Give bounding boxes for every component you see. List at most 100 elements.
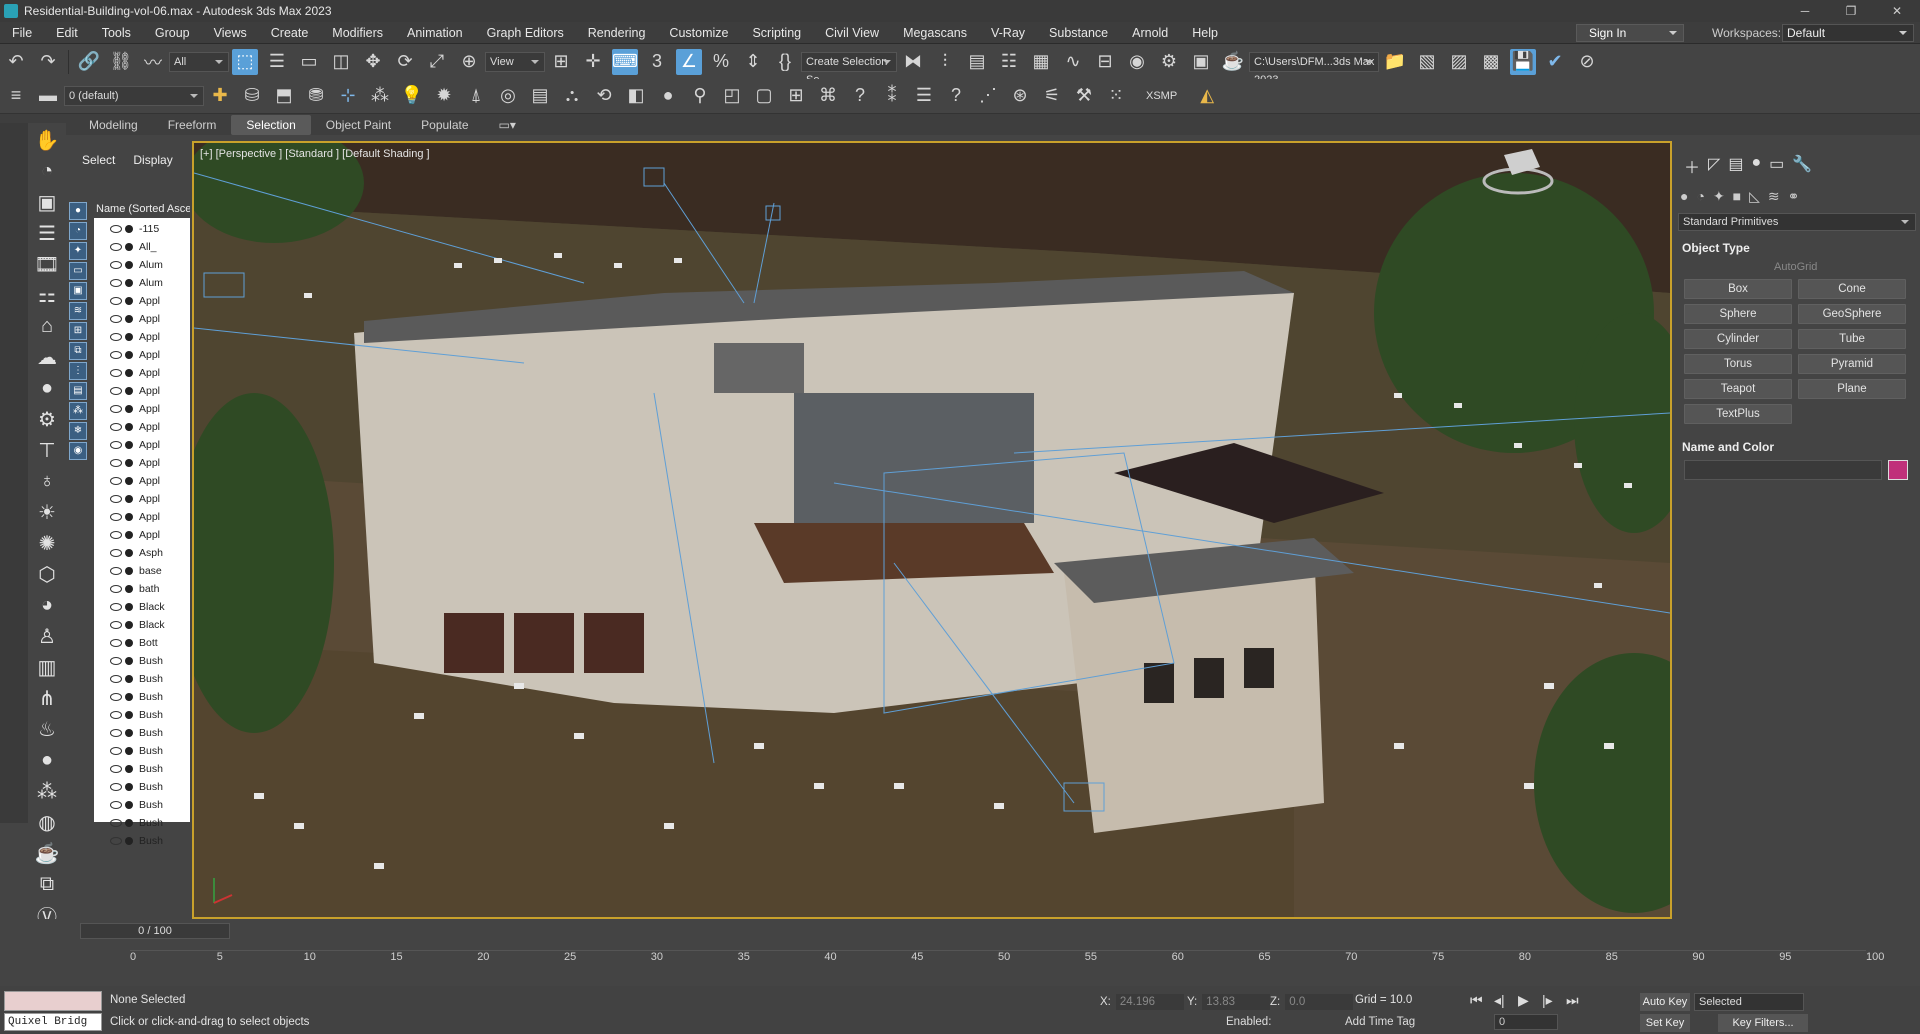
- menu-help[interactable]: Help: [1180, 22, 1230, 44]
- visibility-icon[interactable]: [110, 405, 122, 413]
- sync-icon[interactable]: ⊘: [1574, 49, 1600, 75]
- freeze-icon[interactable]: [125, 243, 133, 251]
- freeze-icon[interactable]: [125, 711, 133, 719]
- play-icon[interactable]: ▶: [1518, 992, 1529, 1009]
- freeze-icon[interactable]: [125, 639, 133, 647]
- freeze-icon[interactable]: [125, 477, 133, 485]
- project-folder-icon[interactable]: 📁: [1382, 49, 1408, 75]
- go-to-end-icon[interactable]: ⏭: [1566, 992, 1579, 1009]
- list-item[interactable]: base: [94, 562, 190, 580]
- gear-icon[interactable]: ⚙: [33, 405, 61, 433]
- camera-icon[interactable]: ⍋: [463, 83, 489, 109]
- tube-button[interactable]: Tube: [1798, 329, 1906, 349]
- create-layer-icon[interactable]: ▬: [35, 83, 61, 109]
- list-item[interactable]: Appl: [94, 454, 190, 472]
- tools-icon[interactable]: ⚒: [1071, 83, 1097, 109]
- material-editor-icon[interactable]: ◉: [1124, 49, 1150, 75]
- freeze-icon[interactable]: [125, 729, 133, 737]
- percent-snap-icon[interactable]: %: [708, 49, 734, 75]
- go-to-start-icon[interactable]: ⏮: [1470, 992, 1483, 1009]
- vray-icon[interactable]: ◎: [495, 83, 521, 109]
- filter-shapes-icon[interactable]: ◔: [69, 222, 87, 240]
- ribbon-options-icon[interactable]: ▭▾: [484, 115, 531, 135]
- list-item[interactable]: Bush: [94, 778, 190, 796]
- visibility-icon[interactable]: [110, 297, 122, 305]
- freeze-icon[interactable]: [125, 657, 133, 665]
- angle-snap-icon[interactable]: ∠: [676, 48, 702, 75]
- freeze-icon[interactable]: [125, 567, 133, 575]
- select-object-icon[interactable]: ⬚: [232, 48, 258, 75]
- box-button[interactable]: Box: [1684, 279, 1792, 299]
- building-icon[interactable]: ▥: [33, 653, 61, 681]
- object-type-rollout[interactable]: Object Type: [1674, 237, 1920, 259]
- hand-icon[interactable]: ✋: [33, 126, 61, 154]
- visibility-icon[interactable]: [110, 369, 122, 377]
- named-selection-dropdown[interactable]: Create Selection Se: [801, 51, 897, 86]
- menu-file[interactable]: File: [0, 22, 44, 44]
- dots-icon[interactable]: ⁙: [1103, 83, 1129, 109]
- cameras-icon[interactable]: ■: [1733, 188, 1741, 205]
- visibility-icon[interactable]: [110, 243, 122, 251]
- freeze-icon[interactable]: [125, 423, 133, 431]
- edit-named-selection-icon[interactable]: {}: [772, 49, 798, 75]
- visibility-icon[interactable]: [110, 567, 122, 575]
- key-filters-button[interactable]: Key Filters...: [1718, 1014, 1808, 1032]
- list-item[interactable]: Bush: [94, 760, 190, 778]
- save-icon[interactable]: 💾: [1510, 48, 1536, 75]
- hierarchy-tab-icon[interactable]: ▤: [1728, 154, 1743, 178]
- light-icon[interactable]: 💡: [399, 83, 425, 109]
- frame-buffer-icon[interactable]: ▤: [527, 83, 553, 109]
- menu-animation[interactable]: Animation: [395, 22, 475, 44]
- menu-arnold[interactable]: Arnold: [1120, 22, 1180, 44]
- select-by-name-icon[interactable]: ☰: [264, 49, 290, 75]
- add-to-layer-icon[interactable]: ✚: [207, 83, 233, 109]
- spotlight-icon[interactable]: ⊤: [33, 436, 61, 464]
- scatter-icon[interactable]: ⁑: [879, 83, 905, 109]
- freeze-icon[interactable]: [125, 387, 133, 395]
- bulb-icon[interactable]: ♁: [33, 467, 61, 495]
- toggle-ribbon-icon[interactable]: ▦: [1028, 49, 1054, 75]
- freeze-icon[interactable]: [125, 495, 133, 503]
- list-item[interactable]: Appl: [94, 292, 190, 310]
- visibility-icon[interactable]: [110, 441, 122, 449]
- name-and-color-rollout[interactable]: Name and Color: [1674, 436, 1920, 458]
- hierarchy-icon[interactable]: ⚏: [33, 281, 61, 309]
- freeze-icon[interactable]: [125, 279, 133, 287]
- textplus-button[interactable]: TextPlus: [1684, 404, 1792, 424]
- visibility-icon[interactable]: [110, 783, 122, 791]
- visibility-icon[interactable]: [110, 621, 122, 629]
- add-time-tag[interactable]: Add Time Tag: [1345, 1016, 1415, 1028]
- set-key-button[interactable]: Set Key: [1640, 1014, 1690, 1032]
- freeze-icon[interactable]: [125, 513, 133, 521]
- visibility-icon[interactable]: [110, 675, 122, 683]
- menu-edit[interactable]: Edit: [44, 22, 90, 44]
- visibility-icon[interactable]: [110, 495, 122, 503]
- sign-in-button[interactable]: Sign In: [1576, 24, 1684, 42]
- film-icon[interactable]: 🎞: [33, 250, 61, 278]
- group-icon[interactable]: ⁂: [367, 83, 393, 109]
- list-item[interactable]: All_: [94, 238, 190, 256]
- bridge-icon[interactable]: ◭: [1194, 83, 1220, 109]
- minimize-icon[interactable]: ─: [1782, 0, 1828, 22]
- systems-icon[interactable]: ⚭: [1788, 188, 1800, 205]
- list-item[interactable]: Appl: [94, 364, 190, 382]
- visibility-icon[interactable]: [110, 747, 122, 755]
- visibility-icon[interactable]: [110, 261, 122, 269]
- pyramid-button[interactable]: Pyramid: [1798, 354, 1906, 374]
- visibility-icon[interactable]: [110, 639, 122, 647]
- teapot-icon[interactable]: ☕: [33, 839, 61, 867]
- menu-rendering[interactable]: Rendering: [576, 22, 658, 44]
- list-item[interactable]: Appl: [94, 328, 190, 346]
- filter-lights-icon[interactable]: ✦: [69, 242, 87, 260]
- freeze-icon[interactable]: [125, 459, 133, 467]
- visibility-icon[interactable]: [110, 423, 122, 431]
- person-icon[interactable]: ♙: [33, 622, 61, 650]
- filter-hidden-icon[interactable]: ◉: [69, 442, 87, 460]
- object-color-swatch[interactable]: [1888, 460, 1908, 480]
- motion-tab-icon[interactable]: ●: [1751, 154, 1761, 178]
- reference-coord-dropdown[interactable]: View: [485, 51, 545, 72]
- modify-tab-icon[interactable]: ◸: [1708, 154, 1720, 178]
- plane-icon[interactable]: ◰: [719, 83, 745, 109]
- freeze-icon[interactable]: [125, 351, 133, 359]
- filter-geometry-icon[interactable]: ●: [69, 202, 87, 220]
